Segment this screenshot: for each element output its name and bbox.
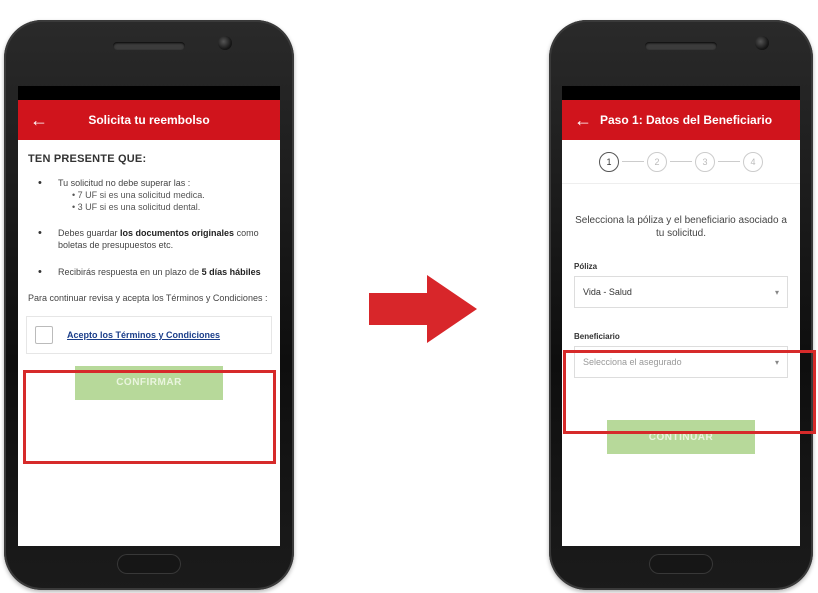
status-bar (562, 86, 800, 100)
camera-icon (218, 36, 232, 50)
left-phone: ← Solicita tu reembolso TEN PRESENTE QUE… (4, 20, 294, 590)
app-bar: ← Solicita tu reembolso (18, 100, 280, 140)
right-screen: ← Paso 1: Datos del Beneficiario 1 2 3 4… (562, 86, 800, 546)
bullet-emphasis: 5 días hábiles (201, 266, 261, 277)
step-1: 1 (599, 151, 619, 172)
bullet-text: Debes guardar (58, 228, 121, 239)
bullet-text: Recibirás respuesta en un plazo de (58, 266, 202, 277)
highlight-terms-area (23, 370, 276, 464)
speaker-grille (645, 42, 717, 50)
list-item: Debes guardar los documentos originales … (28, 226, 270, 251)
highlight-beneficiary-area (563, 350, 816, 434)
terms-instructions: Para continuar revisa y acepta los Térmi… (28, 292, 268, 303)
bullet-text: Tu solicitud no debe superar las : (58, 177, 191, 188)
page-title: Solicita tu reembolso (88, 113, 210, 127)
status-bar (18, 86, 280, 100)
notice-list: Tu solicitud no debe superar las : • 7 U… (28, 176, 270, 280)
policy-label: Póliza (574, 262, 598, 271)
notice-content: TEN PRESENTE QUE: Tu solicitud no debe s… (18, 140, 280, 400)
camera-icon (755, 36, 769, 50)
notice-heading: TEN PRESENTE QUE: (28, 153, 147, 165)
step-connector (622, 161, 644, 162)
home-button (649, 554, 713, 574)
bullet-emphasis: los documentos originales (120, 228, 235, 239)
form-intro: Selecciona la póliza y el beneficiario a… (575, 215, 787, 239)
right-phone: ← Paso 1: Datos del Beneficiario 1 2 3 4… (549, 20, 813, 590)
bullet-subtext: • 3 UF si es una solicitud dental. (72, 202, 201, 213)
policy-select[interactable]: Vida - Salud ▾ (574, 276, 788, 308)
back-arrow-icon[interactable]: ← (30, 111, 56, 129)
chevron-down-icon: ▾ (774, 287, 779, 297)
terms-checkbox[interactable] (35, 325, 53, 344)
policy-value: Vida - Salud (583, 287, 632, 297)
step-3: 3 (695, 151, 715, 172)
speaker-grille (113, 42, 185, 50)
list-item: Tu solicitud no debe superar las : • 7 U… (28, 176, 270, 213)
list-item: Recibirás respuesta en un plazo de 5 día… (28, 265, 270, 280)
terms-link[interactable]: Acepto los Términos y Condiciones (67, 329, 220, 341)
arrow-right-icon (369, 275, 477, 343)
step-connector (718, 161, 740, 162)
stepper: 1 2 3 4 (562, 140, 800, 184)
step-2: 2 (647, 151, 667, 172)
page-title: Paso 1: Datos del Beneficiario (600, 113, 773, 127)
step-connector (670, 161, 692, 162)
back-arrow-icon[interactable]: ← (574, 111, 600, 129)
terms-row: Acepto los Términos y Condiciones (26, 315, 272, 354)
home-button (117, 554, 181, 574)
step-4: 4 (743, 151, 763, 172)
left-screen: ← Solicita tu reembolso TEN PRESENTE QUE… (18, 86, 280, 546)
beneficiary-label: Beneficiario (574, 332, 620, 341)
bullet-subtext: • 7 UF si es una solicitud medica. (72, 189, 205, 200)
app-bar: ← Paso 1: Datos del Beneficiario (562, 100, 800, 140)
